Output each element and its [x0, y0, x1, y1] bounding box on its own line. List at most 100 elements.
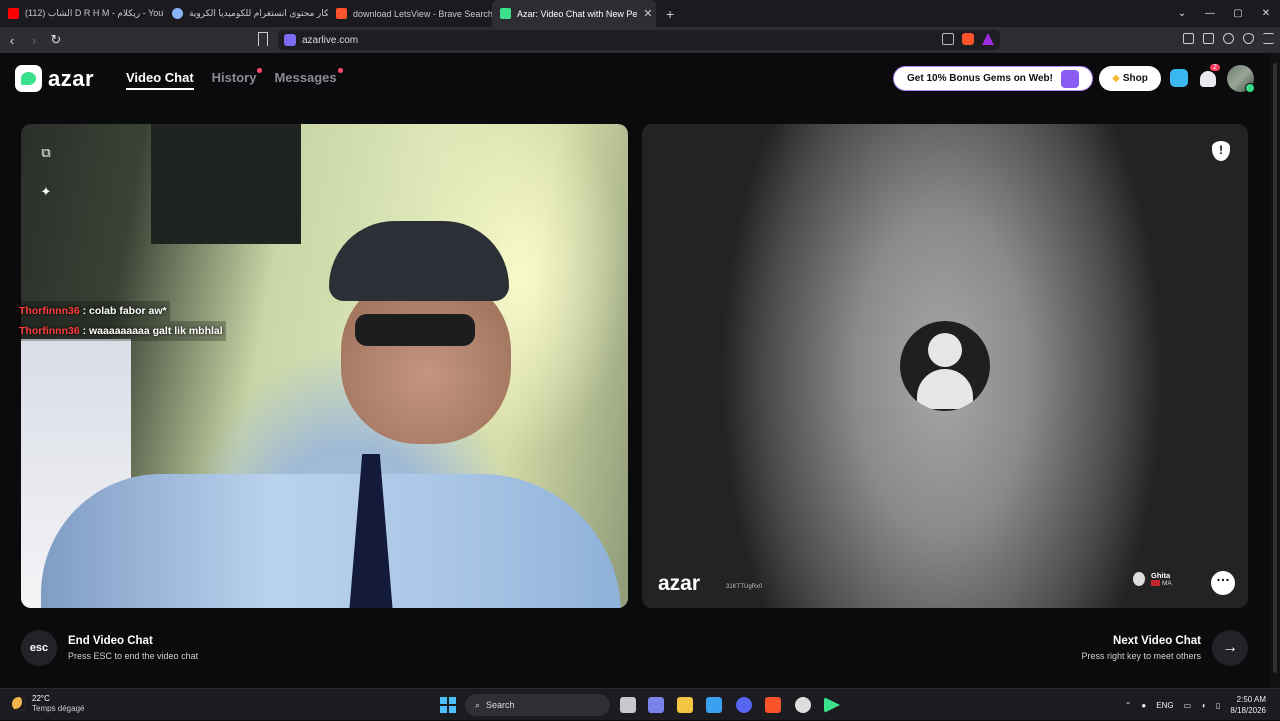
- new-tab-button[interactable]: +: [656, 6, 684, 22]
- window-controls: ⌄ — ▢ ✕: [1168, 0, 1280, 27]
- azar-logo[interactable]: azar: [15, 65, 94, 92]
- youtube-icon: [8, 8, 19, 19]
- cast-icon[interactable]: [942, 33, 954, 45]
- site-info-icon[interactable]: [284, 34, 296, 46]
- bonus-gems-button[interactable]: Get 10% Bonus Gems on Web!: [893, 66, 1093, 91]
- chat-message: Thorfinnn36 : colab fabor aw*: [19, 301, 170, 321]
- network-icon[interactable]: ▭: [1184, 701, 1192, 710]
- next-chat-hint: Press right key to meet others: [1081, 651, 1201, 661]
- next-chat-button[interactable]: →: [1212, 630, 1248, 666]
- bookmark-icon[interactable]: [258, 32, 268, 46]
- report-icon[interactable]: !: [1212, 141, 1230, 161]
- partner-details: Ghita MA: [1151, 571, 1172, 587]
- chevron-down-icon[interactable]: ⌄: [1168, 0, 1196, 27]
- chat-message: Thorfinnn36 : waaaaaaaaa galt lik mbhlal: [19, 321, 226, 341]
- clock[interactable]: 2:50 AM 8/18/2026: [1230, 694, 1266, 716]
- weather-description: Temps dégagé: [32, 704, 85, 713]
- morocco-flag-icon: [1151, 580, 1160, 587]
- reload-icon[interactable]: ↻: [46, 32, 66, 48]
- search-label: Search: [486, 700, 515, 710]
- clock-date: 8/18/2026: [1230, 706, 1266, 715]
- next-chat-title: Next Video Chat: [1113, 635, 1201, 647]
- battery-icon[interactable]: ▯: [1216, 701, 1220, 710]
- page-scrollbar[interactable]: [1270, 53, 1280, 688]
- brave-taskbar-icon[interactable]: [765, 697, 781, 713]
- language-indicator[interactable]: ENG: [1156, 701, 1173, 710]
- person-sunglasses: [355, 314, 475, 346]
- browser-tab-youtube[interactable]: (112) الشاب D R H M - ريكلام - YouTube: [0, 0, 164, 27]
- browser-tab-azar[interactable]: Azar: Video Chat with New Pe ✕: [492, 0, 656, 27]
- nav-history-label: History: [211, 70, 257, 85]
- pip-toggle-icon[interactable]: ⧉: [33, 140, 59, 166]
- close-tab-icon[interactable]: ✕: [643, 7, 652, 20]
- avatar-body: [917, 369, 973, 409]
- back-icon[interactable]: ‹: [2, 33, 22, 48]
- shop-label: Shop: [1122, 73, 1148, 84]
- open-chat-button[interactable]: [1211, 568, 1235, 595]
- profile-avatar[interactable]: [1227, 65, 1255, 93]
- nav-messages[interactable]: Messages: [274, 68, 343, 90]
- chevron-up-icon[interactable]: ⌃: [1125, 701, 1132, 710]
- wall-poster: [151, 124, 301, 244]
- bell-icon[interactable]: [1200, 71, 1216, 87]
- maximize-icon[interactable]: ▢: [1224, 0, 1252, 27]
- person-cap: [329, 221, 509, 301]
- tab-label: أفكار محتوى انستغرام للكوميديا الكروية: [189, 8, 328, 18]
- nav-video-chat[interactable]: Video Chat: [126, 70, 194, 90]
- file-explorer-icon[interactable]: [677, 697, 693, 713]
- unread-dot: [337, 68, 343, 73]
- browser-tab-brave-search[interactable]: download LetsView - Brave Search: [328, 0, 492, 27]
- partner-video: ! azar 31KTTUgRx0 Ghita MA: [642, 124, 1248, 608]
- app-header: azar Video Chat History Messages Get 10%…: [0, 53, 1280, 103]
- browser-tab-strip: (112) الشاب D R H M - ريكلام - YouTube أ…: [0, 0, 1280, 27]
- teams-icon[interactable]: [648, 697, 664, 713]
- moon-icon: [12, 697, 26, 711]
- chrome-icon[interactable]: [795, 697, 811, 713]
- task-view-icon[interactable]: [620, 697, 636, 713]
- brave-rewards-icon[interactable]: [982, 33, 994, 45]
- shop-button[interactable]: ◆ Shop: [1099, 66, 1161, 91]
- taskbar-search[interactable]: ⌕ Search: [465, 694, 610, 716]
- chat-text: : colab fabor aw*: [79, 305, 167, 317]
- wallet-icon[interactable]: [1203, 33, 1214, 44]
- azar-icon: [500, 8, 511, 19]
- vpn-icon[interactable]: [1243, 33, 1254, 44]
- person-shirt: [41, 474, 621, 608]
- address-bar[interactable]: azarlive.com: [278, 30, 1000, 50]
- end-chat-title: End Video Chat: [68, 635, 153, 647]
- browser-tab-gemini[interactable]: أفكار محتوى انستغرام للكوميديا الكروية: [164, 0, 328, 27]
- discord-icon[interactable]: [736, 697, 752, 713]
- logo-text: azar: [48, 65, 95, 91]
- close-window-icon[interactable]: ✕: [1252, 0, 1280, 27]
- end-chat-button[interactable]: esc: [21, 630, 57, 666]
- menu-icon[interactable]: [1263, 33, 1274, 44]
- magic-filter-icon[interactable]: ✦: [33, 179, 59, 205]
- partner-info[interactable]: Ghita MA: [1133, 571, 1172, 587]
- volume-icon[interactable]: ◖: [1201, 701, 1206, 710]
- tab-label: (112) الشاب D R H M - ريكلام - YouTube: [25, 8, 164, 18]
- windows-taskbar: 22°C Temps dégagé ⌕ Search ⌃ ● ENG ▭ ◖ ▯…: [0, 688, 1280, 720]
- weather-widget[interactable]: 22°C Temps dégagé: [12, 694, 84, 714]
- partner-country: MA: [1151, 580, 1172, 587]
- partner-name: Ghita: [1151, 571, 1171, 580]
- promo-label: Get 10% Bonus Gems on Web!: [907, 73, 1053, 84]
- forward-icon[interactable]: ›: [24, 33, 44, 48]
- sidebar-icon[interactable]: [1183, 33, 1194, 44]
- windows-start-icon[interactable]: [440, 697, 456, 713]
- system-tray: ⌃ ● ENG ▭ ◖ ▯ 2:50 AM 8/18/2026: [1125, 689, 1280, 721]
- nav-history[interactable]: History: [211, 68, 263, 90]
- chat-username: Thorfinnn36: [19, 305, 80, 317]
- brave-shields-icon[interactable]: [962, 33, 974, 45]
- placeholder-avatar-icon: [900, 321, 990, 411]
- media-player-icon[interactable]: [824, 697, 840, 713]
- leo-ai-icon[interactable]: [1223, 33, 1234, 44]
- browser-extensions: [1183, 33, 1274, 44]
- microphone-icon[interactable]: ●: [1141, 701, 1146, 710]
- minimize-icon[interactable]: —: [1196, 0, 1224, 27]
- partner-avatar-icon: [1133, 572, 1145, 586]
- chat-username: Thorfinnn36: [19, 325, 80, 337]
- gems-balance-icon[interactable]: [1170, 69, 1188, 87]
- weather-text: 22°C Temps dégagé: [32, 694, 84, 714]
- store-icon[interactable]: [706, 697, 722, 713]
- main-nav: Video Chat History Messages: [126, 68, 343, 90]
